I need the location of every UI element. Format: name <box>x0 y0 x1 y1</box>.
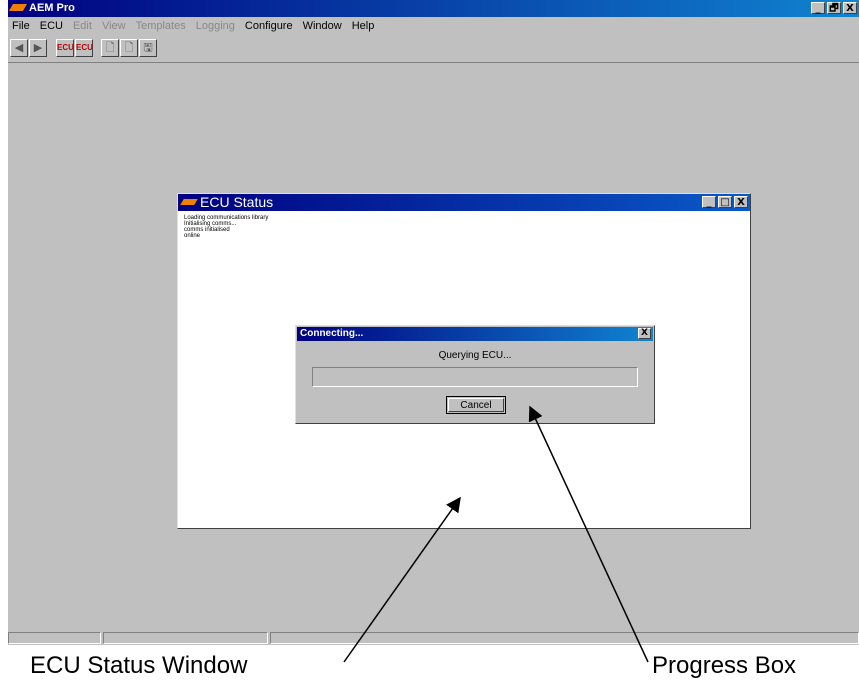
new-file-icon[interactable]: 🗋 <box>101 39 119 57</box>
restore-button[interactable]: 🗗 <box>827 2 841 14</box>
connecting-dialog-title: Connecting... <box>300 328 364 339</box>
toolbar: ◀ ▶ ECU ECU 🗋 🗋 🖫 <box>8 37 859 61</box>
status-pane-3 <box>270 632 859 644</box>
menu-logging[interactable]: Logging <box>196 18 235 34</box>
close-button[interactable]: X <box>638 328 651 339</box>
progress-bar <box>312 367 638 387</box>
ecu-status-title: ECU Status <box>200 194 274 210</box>
menu-window[interactable]: Window <box>303 18 342 34</box>
aem-logo-icon <box>8 4 28 11</box>
connecting-dialog: Connecting... X Querying ECU... Cancel <box>295 325 655 424</box>
menu-templates[interactable]: Templates <box>136 18 186 34</box>
minimize-button[interactable]: _ <box>811 2 825 14</box>
log-line: online <box>184 233 201 239</box>
status-pane-1 <box>8 632 101 644</box>
menu-configure[interactable]: Configure <box>245 18 293 34</box>
ecu-status-controls: _ □ X <box>702 196 748 208</box>
ecu-status-window-annotation: ECU Status Window <box>30 652 248 679</box>
open-file-icon[interactable]: 🗋 <box>120 39 138 57</box>
save-file-icon[interactable]: 🖫 <box>139 39 157 57</box>
connecting-dialog-title-bar[interactable]: Connecting... X <box>297 327 653 341</box>
app-title: AEM Pro <box>29 2 75 14</box>
cancel-button[interactable]: Cancel <box>446 396 506 414</box>
menu-edit[interactable]: Edit <box>73 18 92 34</box>
menu-view[interactable]: View <box>102 18 126 34</box>
menu-bar: File ECU Edit View Templates Logging Con… <box>8 18 859 34</box>
close-button[interactable]: X <box>734 196 748 208</box>
maximize-button[interactable]: □ <box>718 196 732 208</box>
menu-help[interactable]: Help <box>352 18 375 34</box>
aem-logo-icon <box>180 199 198 205</box>
minimize-button[interactable]: _ <box>702 196 716 208</box>
app-window-controls: _ 🗗 X <box>811 2 857 14</box>
close-button[interactable]: X <box>843 2 857 14</box>
cancel-button-label: Cancel <box>448 398 504 412</box>
connecting-message: Querying ECU... <box>438 350 512 361</box>
progress-box-annotation: Progress Box <box>652 652 797 679</box>
menu-ecu[interactable]: ECU <box>40 18 63 34</box>
ecu-download-icon[interactable]: ECU <box>75 39 93 57</box>
ecu-status-log: Loading communications library Initialis… <box>184 215 268 239</box>
status-pane-2 <box>103 632 268 644</box>
forward-icon[interactable]: ▶ <box>29 39 47 57</box>
ecu-status-title-bar[interactable]: ECU Status _ □ X <box>178 194 750 211</box>
status-bar <box>8 632 859 645</box>
app-title-bar[interactable]: AEM Pro _ 🗗 X <box>8 0 859 17</box>
ecu-upload-icon[interactable]: ECU <box>56 39 74 57</box>
menu-file[interactable]: File <box>12 18 30 34</box>
back-icon[interactable]: ◀ <box>10 39 28 57</box>
